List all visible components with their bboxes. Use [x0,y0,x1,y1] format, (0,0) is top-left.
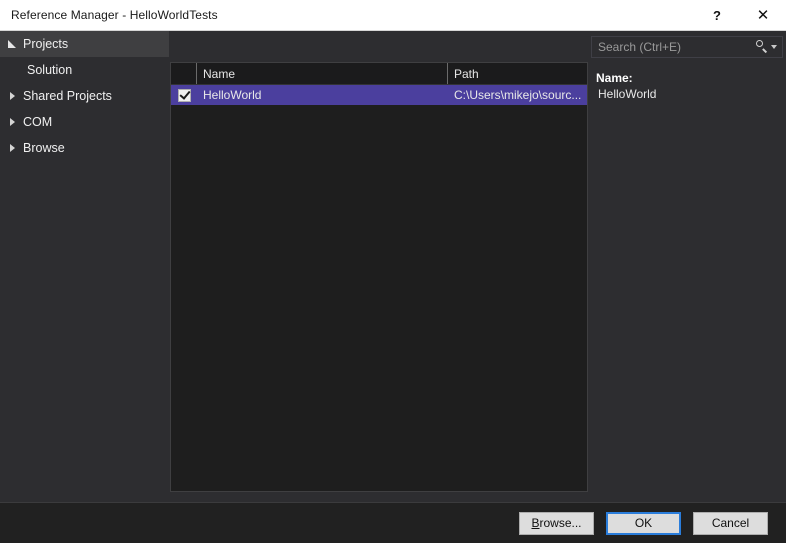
sidebar-item-label: Projects [23,37,69,51]
chevron-down-icon[interactable] [771,44,777,49]
reference-list: Name Path HelloWorld C:\Users\mikejo\sou… [170,62,588,492]
chevron-right-icon[interactable] [4,92,20,100]
browse-button-accesskey: B [531,516,540,530]
row-checkbox-cell[interactable] [171,88,197,102]
checkbox-checked-icon[interactable] [177,88,191,102]
search-controls [755,40,782,53]
category-sidebar: Projects Solution Shared Projects COM Br… [0,31,169,502]
cancel-button[interactable]: Cancel [693,511,768,535]
window-controls: ? ✕ [694,0,786,31]
details-pane: Name: HelloWorld [588,62,786,492]
help-icon: ? [713,7,721,23]
detail-name-label: Name: [596,71,633,85]
cancel-button-label: Cancel [711,516,750,530]
row-name: HelloWorld [203,88,262,102]
search-input[interactable]: Search (Ctrl+E) [592,40,755,54]
row-path: C:\Users\mikejo\sourc... [454,88,582,102]
table-row[interactable]: HelloWorld C:\Users\mikejo\sourc... [171,85,587,105]
browse-button-label: rowse... [539,516,582,530]
search-icon[interactable] [755,40,768,53]
column-header-name[interactable]: Name [197,63,448,84]
sidebar-item-label: Solution [27,63,73,77]
sidebar-item-solution[interactable]: Solution [0,57,169,83]
column-header-path[interactable]: Path [448,63,587,84]
chevron-right-icon[interactable] [4,144,20,152]
search-row: Search (Ctrl+E) [169,31,786,62]
help-button[interactable]: ? [694,0,740,31]
sidebar-item-com[interactable]: COM [0,109,169,135]
search-box[interactable]: Search (Ctrl+E) [591,35,783,58]
chevron-right-icon[interactable] [4,118,20,126]
sidebar-item-projects[interactable]: Projects [0,31,169,57]
dialog-body: Projects Solution Shared Projects COM Br… [0,31,786,543]
detail-name-value: HelloWorld [598,87,657,101]
reference-manager-dialog: Reference Manager - HelloWorldTests ? ✕ … [0,0,786,543]
title-bar: Reference Manager - HelloWorldTests ? ✕ [0,0,786,31]
main-column: Search (Ctrl+E) Name Path HelloWorld C:\… [169,31,786,502]
sidebar-item-shared-projects[interactable]: Shared Projects [0,83,169,109]
list-column-header: Name Path [171,63,587,85]
sidebar-item-label: Shared Projects [23,89,112,103]
sidebar-item-browse[interactable]: Browse [0,135,169,161]
close-button[interactable]: ✕ [740,0,786,31]
window-title: Reference Manager - HelloWorldTests [11,8,218,22]
dialog-footer: Browse... OK Cancel [0,502,786,543]
ok-button-label: OK [634,516,653,530]
chevron-expanded-icon[interactable] [4,40,20,48]
ok-button[interactable]: OK [606,511,681,535]
column-header-check[interactable] [171,63,197,84]
sidebar-item-label: COM [23,115,53,129]
sidebar-item-label: Browse [23,141,65,155]
list-rows: HelloWorld C:\Users\mikejo\sourc... [171,85,587,491]
panes: Name Path HelloWorld C:\Users\mikejo\sou… [169,62,786,502]
content-row: Projects Solution Shared Projects COM Br… [0,31,786,502]
close-icon: ✕ [756,6,770,24]
browse-button[interactable]: Browse... [519,511,594,535]
